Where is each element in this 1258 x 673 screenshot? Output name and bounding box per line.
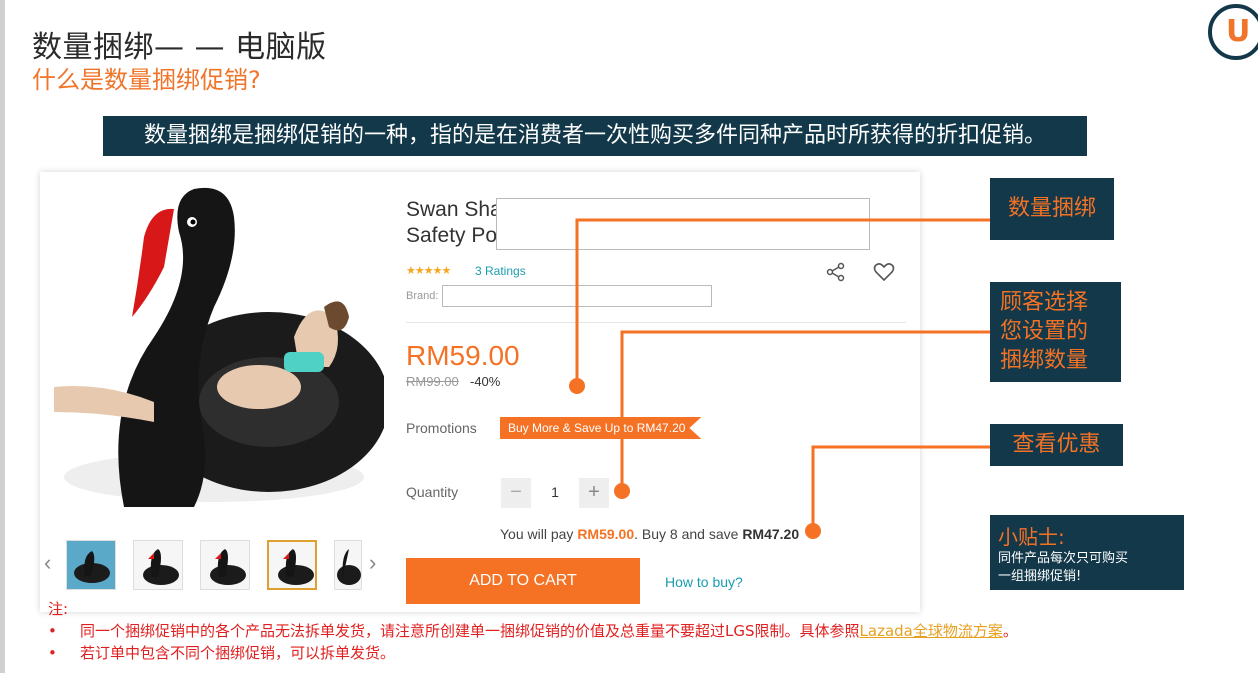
callout-choose-line1: 顾客选择 bbox=[1000, 290, 1089, 315]
savings-pay: RM59.00 bbox=[577, 526, 635, 542]
callout-choose-line3: 捆绑数量 bbox=[1000, 348, 1089, 373]
product-title: Swan Sha Safety Po bbox=[406, 197, 502, 249]
tip-box: 小贴士: 同件产品每次只可购买 一组捆绑促销! bbox=[990, 515, 1184, 590]
thumbnail-2[interactable] bbox=[133, 540, 183, 590]
share-icon[interactable] bbox=[826, 262, 846, 282]
thumbnail-4-selected[interactable] bbox=[267, 540, 317, 590]
rating-stars: ★★★★★ bbox=[406, 265, 451, 277]
divider bbox=[406, 322, 906, 323]
definition-banner: 数量捆绑是捆绑促销的一种，指的是在消费者一次性购买多件同种产品时所获得的折扣促销… bbox=[103, 116, 1087, 156]
bundle-savings-text: You will pay RM59.00. Buy 8 and save RM4… bbox=[500, 526, 799, 542]
quantity-increment-button[interactable]: + bbox=[579, 478, 609, 508]
brand-redaction-box bbox=[442, 285, 712, 307]
product-title-line1: Swan Sha bbox=[406, 198, 502, 221]
savings-mid: . Buy 8 and save bbox=[634, 526, 743, 542]
savings-amount: RM47.20 bbox=[742, 526, 800, 542]
logistics-link[interactable]: Lazada全球物流方案 bbox=[860, 622, 1003, 640]
ratings-link[interactable]: 3 Ratings bbox=[475, 264, 526, 278]
product-image[interactable] bbox=[44, 177, 384, 517]
swan-float-illustration bbox=[54, 187, 384, 508]
thumb-prev-icon[interactable]: ‹ bbox=[44, 550, 51, 576]
tip-line1: 同件产品每次只可购买 bbox=[998, 551, 1129, 566]
promo-tag[interactable]: Buy More & Save Up to RM47.20 bbox=[500, 417, 702, 439]
heart-icon[interactable] bbox=[873, 262, 895, 282]
thumbnail-3[interactable] bbox=[200, 540, 250, 590]
slide-subtitle: 什么是数量捆绑促销? bbox=[32, 66, 261, 94]
thumbnail-1[interactable] bbox=[66, 540, 116, 590]
left-edge-bar bbox=[0, 0, 5, 673]
logo-u-icon: U bbox=[1208, 4, 1258, 60]
quantity-label: Quantity bbox=[406, 484, 459, 500]
callout-choose-quantity: 顾客选择 您设置的 捆绑数量 bbox=[990, 282, 1121, 382]
title-redaction-box bbox=[496, 198, 870, 250]
savings-prefix: You will pay bbox=[500, 526, 578, 542]
quantity-decrement-button[interactable]: − bbox=[501, 478, 531, 508]
current-price: RM59.00 bbox=[406, 340, 520, 371]
thumbnail-strip: ‹ › bbox=[44, 532, 384, 602]
notes-heading: 注: bbox=[48, 600, 69, 618]
product-title-line2: Safety Po bbox=[406, 224, 498, 247]
tip-title: 小贴士: bbox=[998, 525, 1065, 549]
notes: 注: 同一个捆绑促销中的各个产品无法拆单发货，请注意所创建单一捆绑促销的价值及总… bbox=[48, 598, 1018, 664]
note-1-end: 。 bbox=[1002, 622, 1018, 640]
callout-view-offer: 查看优惠 bbox=[990, 424, 1123, 466]
how-to-buy-link[interactable]: How to buy? bbox=[665, 574, 743, 590]
note-item-1: 同一个捆绑促销中的各个产品无法拆单发货，请注意所创建单一捆绑促销的价值及总重量不… bbox=[48, 620, 1018, 642]
brand-label: Brand: bbox=[406, 290, 439, 302]
thumb-next-icon[interactable]: › bbox=[369, 550, 376, 576]
discount-percent: -40% bbox=[470, 374, 501, 389]
note-1-text: 同一个捆绑促销中的各个产品无法拆单发货，请注意所创建单一捆绑促销的价值及总重量不… bbox=[80, 622, 860, 640]
thumbnail-5[interactable] bbox=[334, 540, 362, 590]
original-price: RM99.00 bbox=[406, 374, 459, 389]
callout-choose-line2: 您设置的 bbox=[1000, 319, 1089, 344]
note-item-2: 若订单中包含不同个捆绑促销，可以拆单发货。 bbox=[48, 642, 1018, 664]
quantity-value[interactable]: 1 bbox=[540, 484, 570, 500]
callout-bundle: 数量捆绑 bbox=[990, 178, 1114, 240]
tip-line2: 一组捆绑促销! bbox=[998, 569, 1082, 584]
promotions-label: Promotions bbox=[406, 420, 477, 436]
